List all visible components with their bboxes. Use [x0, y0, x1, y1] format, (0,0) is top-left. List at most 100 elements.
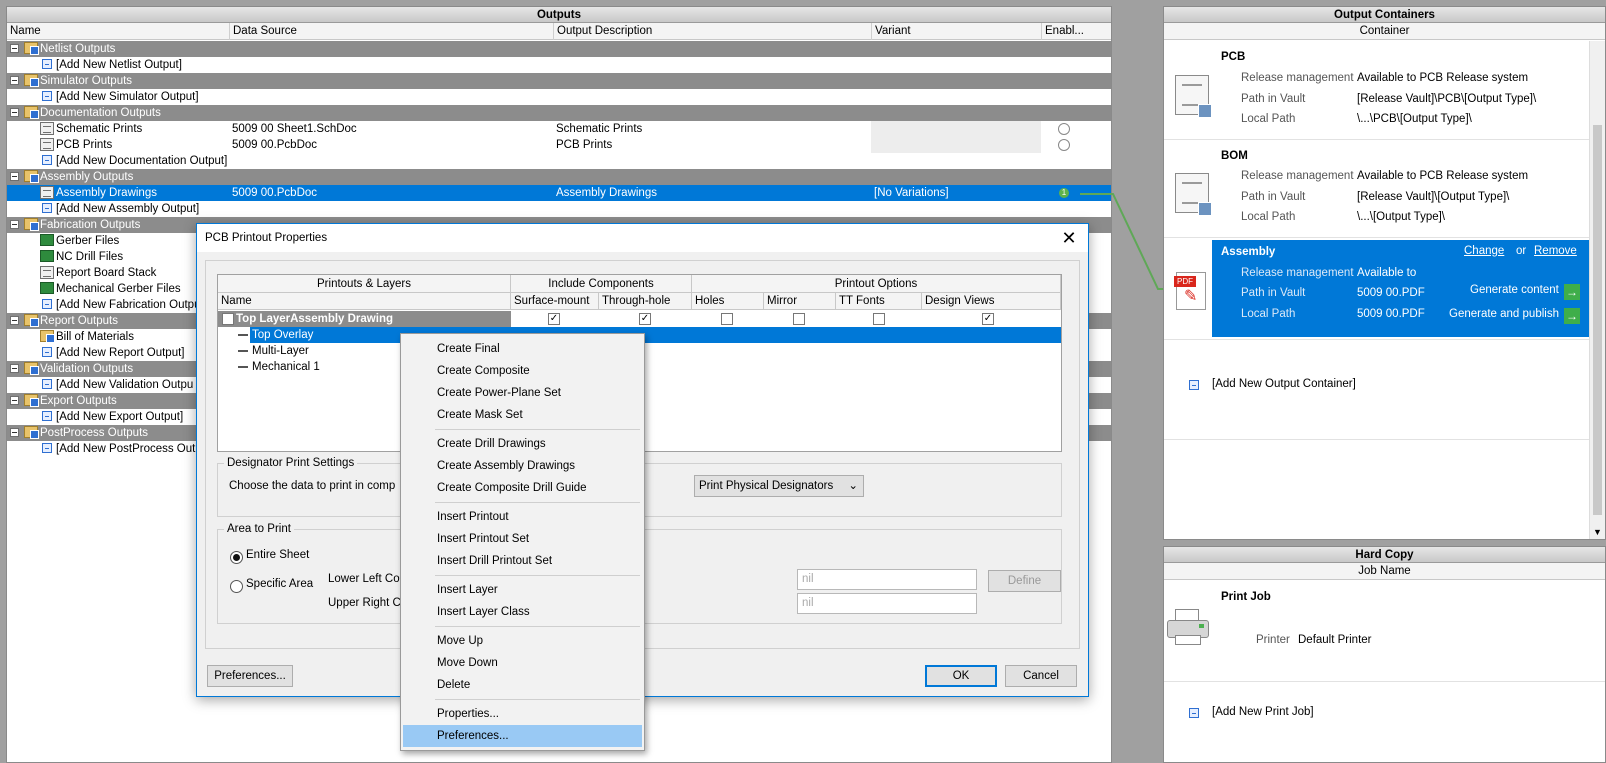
group-assembly[interactable]: Assembly Outputs: [7, 169, 1111, 185]
container-pcb[interactable]: PCB Release management Available to PCB …: [1164, 41, 1589, 139]
menu-create-composite-drill-guide[interactable]: Create Composite Drill Guide: [403, 477, 642, 499]
add-container-row[interactable]: [Add New Output Container]: [1164, 341, 1589, 439]
collapse-icon[interactable]: [10, 396, 19, 405]
holes-checkbox[interactable]: [721, 313, 733, 325]
col-variant[interactable]: Variant: [871, 23, 1041, 40]
vertical-scrollbar[interactable]: ▼: [1589, 41, 1605, 539]
generate-content-link[interactable]: Generate content: [1470, 284, 1559, 296]
output-name: Mechanical Gerber Files: [56, 283, 181, 295]
enable-radio[interactable]: [1058, 123, 1070, 135]
container-bom[interactable]: BOM Release management Available to PCB …: [1164, 141, 1589, 237]
preferences-button[interactable]: Preferences...: [207, 665, 293, 687]
col-container[interactable]: Container: [1164, 23, 1605, 40]
add-export-output[interactable]: [Add New Export Output]: [56, 409, 183, 425]
col-surface-mount[interactable]: Surface-mount: [511, 293, 599, 310]
change-link[interactable]: Change: [1464, 245, 1504, 257]
group-simulator[interactable]: Simulator Outputs: [7, 73, 1111, 89]
entire-sheet-radio[interactable]: [230, 551, 243, 564]
add-output-container[interactable]: [Add New Output Container]: [1212, 378, 1356, 390]
col-tt-fonts[interactable]: TT Fonts: [836, 293, 922, 310]
define-button[interactable]: Define: [988, 570, 1061, 592]
design-views-checkbox[interactable]: ✓: [982, 313, 994, 325]
add-print-job[interactable]: [Add New Print Job]: [1212, 706, 1314, 718]
mirror-checkbox[interactable]: [793, 313, 805, 325]
menu-insert-printout[interactable]: Insert Printout: [403, 506, 642, 528]
collapse-icon[interactable]: [10, 364, 19, 373]
add-fabrication-output[interactable]: [Add New Fabrication Outpu: [56, 297, 200, 313]
list-item[interactable]: [Add New Netlist Output]: [7, 57, 1111, 73]
menu-create-mask-set[interactable]: Create Mask Set: [403, 404, 642, 426]
col-name[interactable]: Name: [7, 23, 41, 40]
collapse-icon[interactable]: [10, 172, 19, 181]
col-mirror[interactable]: Mirror: [764, 293, 836, 310]
menu-delete[interactable]: Delete: [403, 674, 642, 696]
menu-create-drill-drawings[interactable]: Create Drill Drawings: [403, 433, 642, 455]
list-item[interactable]: [Add New Simulator Output]: [7, 89, 1111, 105]
collapse-icon[interactable]: [10, 428, 19, 437]
add-assembly-output[interactable]: [Add New Assembly Output]: [56, 201, 199, 217]
menu-move-up[interactable]: Move Up: [403, 630, 642, 652]
menu-move-down[interactable]: Move Down: [403, 652, 642, 674]
add-netlist-output[interactable]: [Add New Netlist Output]: [56, 57, 182, 73]
col-design-views[interactable]: Design Views: [922, 293, 1061, 310]
col-job-name[interactable]: Job Name: [1164, 563, 1605, 580]
cancel-button[interactable]: Cancel: [1005, 665, 1077, 687]
col-output-description[interactable]: Output Description: [553, 23, 871, 40]
col-data-source[interactable]: Data Source: [229, 23, 553, 40]
close-icon[interactable]: ✕: [1058, 227, 1080, 249]
through-hole-checkbox[interactable]: ✓: [639, 313, 651, 325]
add-postprocess-output[interactable]: [Add New PostProcess Outp: [56, 441, 202, 457]
lower-left-input[interactable]: nil: [797, 569, 977, 590]
print-job-item[interactable]: Print Job Printer Default Printer: [1164, 581, 1605, 681]
surface-mount-checkbox[interactable]: ✓: [548, 313, 560, 325]
menu-insert-drill-printout-set[interactable]: Insert Drill Printout Set: [403, 550, 642, 572]
enabled-link-icon[interactable]: 1: [1059, 188, 1069, 198]
col-name[interactable]: Name: [218, 293, 511, 310]
generate-publish-arrow-icon[interactable]: →: [1564, 308, 1580, 324]
menu-preferences[interactable]: Preferences...: [403, 725, 642, 747]
list-item[interactable]: [Add New Assembly Output]: [7, 201, 1111, 217]
menu-create-assembly-drawings[interactable]: Create Assembly Drawings: [403, 455, 642, 477]
ok-button[interactable]: OK: [925, 665, 997, 687]
group-netlist[interactable]: Netlist Outputs: [7, 41, 1111, 57]
generate-content-arrow-icon[interactable]: →: [1564, 284, 1580, 300]
table-row[interactable]: PCB Prints 5009 00.PcbDoc PCB Prints: [7, 137, 1111, 153]
collapse-icon[interactable]: [10, 44, 19, 53]
col-holes[interactable]: Holes: [692, 293, 764, 310]
table-row-selected[interactable]: Assembly Drawings 5009 00.PcbDoc Assembl…: [7, 185, 1111, 201]
collapse-icon[interactable]: [10, 220, 19, 229]
specific-area-radio[interactable]: [230, 580, 243, 593]
scrollbar-thumb[interactable]: [1593, 125, 1602, 515]
col-through-hole[interactable]: Through-hole: [599, 293, 692, 310]
upper-right-input[interactable]: nil: [797, 593, 977, 614]
scroll-down-icon[interactable]: ▼: [1593, 527, 1602, 537]
printout-row[interactable]: Top LayerAssembly Drawing: [218, 311, 511, 327]
add-documentation-output[interactable]: [Add New Documentation Output]: [56, 153, 227, 169]
generate-publish-link[interactable]: Generate and publish: [1449, 308, 1559, 320]
table-row[interactable]: Schematic Prints 5009 00 Sheet1.SchDoc S…: [7, 121, 1111, 137]
col-enabled[interactable]: Enabl...: [1041, 23, 1111, 40]
menu-create-composite[interactable]: Create Composite: [403, 360, 642, 382]
collapse-icon[interactable]: [10, 76, 19, 85]
collapse-icon[interactable]: [10, 108, 19, 117]
group-documentation[interactable]: Documentation Outputs: [7, 105, 1111, 121]
enable-radio[interactable]: [1058, 139, 1070, 151]
layer-row-selected[interactable]: Top Overlay: [238, 327, 1061, 343]
collapse-icon[interactable]: [10, 316, 19, 325]
menu-insert-layer[interactable]: Insert Layer: [403, 579, 642, 601]
designator-select[interactable]: Print Physical Designators ⌄: [694, 475, 864, 497]
add-report-output[interactable]: [Add New Report Output]: [56, 345, 184, 361]
menu-insert-layer-class[interactable]: Insert Layer Class: [403, 601, 642, 623]
list-item[interactable]: [Add New Documentation Output]: [7, 153, 1111, 169]
add-print-job-row[interactable]: [Add New Print Job]: [1164, 683, 1605, 743]
tt-fonts-checkbox[interactable]: [873, 313, 885, 325]
dialog-titlebar[interactable]: PCB Printout Properties ✕: [197, 224, 1088, 252]
menu-insert-printout-set[interactable]: Insert Printout Set: [403, 528, 642, 550]
menu-create-power-plane-set[interactable]: Create Power-Plane Set: [403, 382, 642, 404]
menu-create-final[interactable]: Create Final: [403, 338, 642, 360]
remove-link[interactable]: Remove: [1534, 245, 1577, 257]
container-assembly[interactable]: Assembly Change or Remove Release manage…: [1212, 240, 1589, 337]
add-validation-output[interactable]: [Add New Validation Outpu: [56, 377, 193, 393]
menu-properties[interactable]: Properties...: [403, 703, 642, 725]
add-simulator-output[interactable]: [Add New Simulator Output]: [56, 89, 199, 105]
